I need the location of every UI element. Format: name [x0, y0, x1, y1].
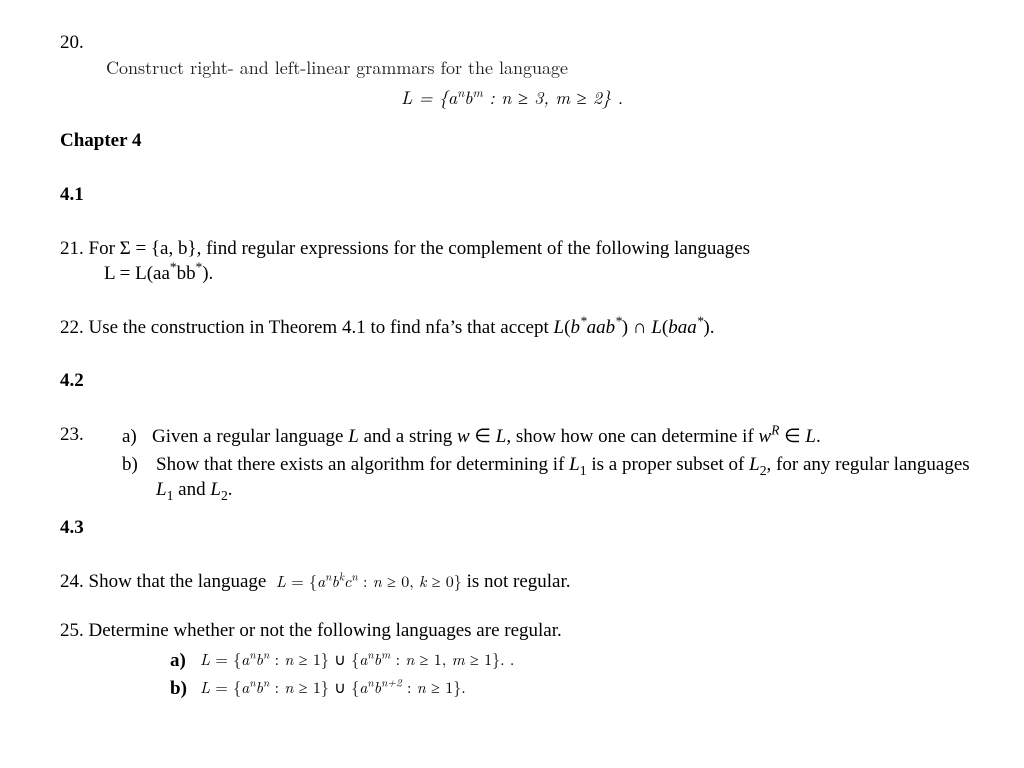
q23-b-label: b) — [122, 452, 152, 503]
q23-b-text: Show that there exists an algorithm for … — [152, 452, 974, 503]
q20-number: 20. — [60, 30, 974, 56]
section-4-2: 4.2 — [60, 368, 974, 394]
q23: 23. a) Given a regular language L and a … — [60, 422, 974, 505]
q25-b-text: L = {anbn : n ≥ 1} ∪ {anbn+2 : n ≥ 1}. — [200, 676, 974, 702]
q25-a-label: a) — [170, 648, 200, 674]
q22: 22. Use the construction in Theorem 4.1 … — [60, 315, 974, 341]
chapter-heading: Chapter 4 — [60, 128, 974, 154]
q25-intro: 25. Determine whether or not the followi… — [60, 618, 974, 644]
q21-line1: 21. For Σ = {a, b}, find regular express… — [60, 236, 974, 262]
q20-text: Construct right- and left-linear grammar… — [106, 56, 974, 80]
q21-line2: L = L(aa*bb*). — [104, 261, 974, 287]
q25-a-text: L = {anbn : n ≥ 1} ∪ {anbm : n ≥ 1, m ≥ … — [200, 648, 974, 674]
q20-equation: L = {anbm : n ≥ 3, m ≥ 2} . — [50, 86, 974, 110]
q25-b-label: b) — [170, 676, 200, 702]
q23-a-text: Given a regular language L and a string … — [152, 424, 974, 450]
q24: 24. Show that the language L = {anbkcn :… — [60, 569, 974, 595]
section-4-3: 4.3 — [60, 515, 974, 541]
q25-subs: a) L = {anbn : n ≥ 1} ∪ {anbm : n ≥ 1, m… — [170, 648, 974, 701]
section-4-1: 4.1 — [60, 182, 974, 208]
q21: 21. For Σ = {a, b}, find regular express… — [60, 236, 974, 287]
q23-number: 23. — [60, 422, 122, 505]
q23-a-label: a) — [122, 424, 152, 450]
